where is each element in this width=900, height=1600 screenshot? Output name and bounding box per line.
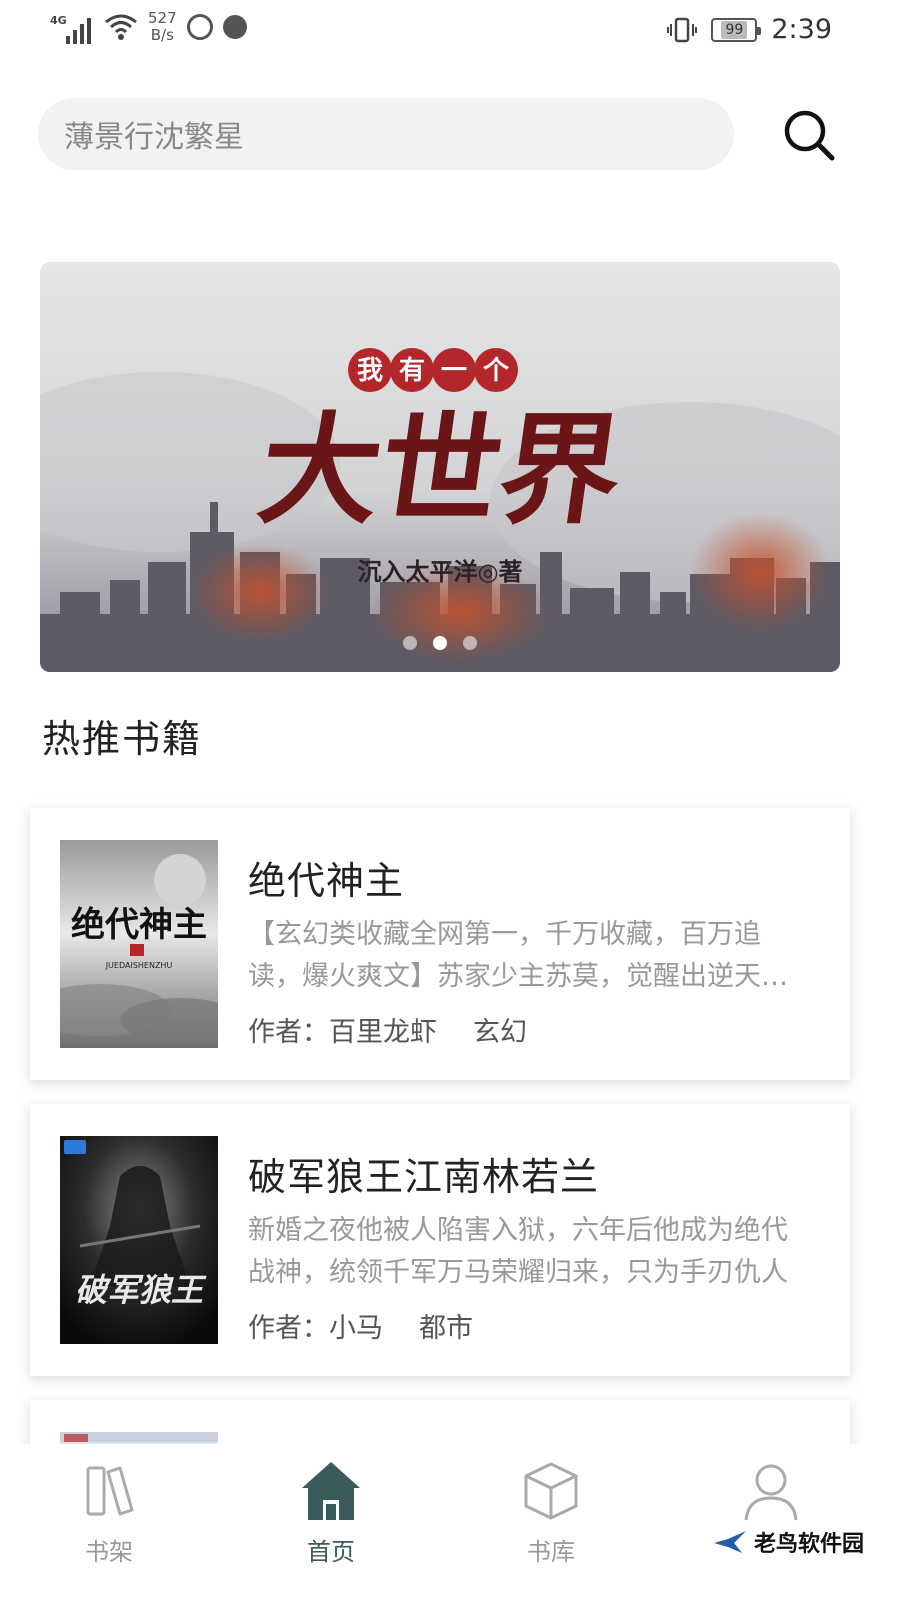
notification-app-icon (186, 14, 213, 40)
cellular-signal-icon: 4G (50, 10, 94, 44)
bookshelf-icon (86, 1466, 134, 1516)
carousel-dot-active[interactable] (433, 636, 447, 650)
svg-text:有: 有 (399, 356, 425, 386)
svg-text:沉入太平洋◎著: 沉入太平洋◎著 (358, 557, 523, 586)
battery-icon: 99 (711, 17, 762, 42)
book-author: 作者：百里龙虾 (248, 1017, 437, 1048)
watermark-text: 老鸟软件园 (754, 1532, 865, 1557)
status-bar: 4G 527 B/s 99 2:39 (0, 0, 900, 64)
book-cover-image[interactable]: 破军狼王 (60, 1136, 218, 1344)
nav-library[interactable]: 书库 (486, 1458, 616, 1568)
section-title: 热推书籍 (42, 717, 203, 761)
svg-text:我: 我 (357, 356, 383, 386)
clock: 2:39 (771, 14, 832, 45)
box-icon (524, 1462, 578, 1520)
book-author: 作者：小马 (248, 1313, 383, 1344)
book-description: 【玄幻类收藏全网第一，千万收藏，百万追读，爆火爽文】苏家少主苏莫，觉醒出逆天武魂 (248, 919, 788, 992)
vibrate-icon (667, 17, 698, 42)
book-category: 都市 (419, 1313, 473, 1344)
carousel-indicator (40, 636, 840, 650)
nav-label: 首页 (307, 1538, 355, 1566)
book-title[interactable]: 绝代神主 (248, 850, 404, 905)
carousel-dot[interactable] (403, 636, 417, 650)
nav-label: 书架 (85, 1538, 133, 1566)
book-description: 新婚之夜他被人陷害入狱，六年后他成为绝代战神，统领千军万马荣耀归来，只为手刃仇人 (248, 1215, 788, 1288)
nav-bookshelf[interactable]: 书架 (44, 1458, 174, 1568)
bottom-navigation: 书架 首页 书库 (0, 1444, 900, 1600)
svg-text:个: 个 (483, 356, 510, 386)
book-title[interactable]: 破军狼王江南林若兰 (248, 1146, 599, 1201)
watermark-logo: 老鸟软件园 (712, 1526, 864, 1558)
home-icon (302, 1462, 360, 1520)
banner-image: 我 有 一 个 大世界 沉入太平洋◎著 (40, 262, 840, 672)
svg-text:大世界: 大世界 (251, 401, 631, 541)
svg-text:破军狼王: 破军狼王 (75, 1271, 207, 1309)
network-type: 4G (50, 14, 67, 27)
bird-icon (714, 1531, 746, 1553)
user-icon (744, 1464, 798, 1521)
data-speed: 527 B/s (148, 9, 177, 44)
banner-carousel[interactable]: 我 有 一 个 大世界 沉入太平洋◎著 (40, 262, 840, 672)
book-card[interactable]: 破军狼王 破军狼王江南林若兰 新婚之夜他被人陷害入狱，六年后他成为绝代战神，统领… (30, 1104, 850, 1376)
book-cover-image[interactable]: 绝代神主 JUEDAISHENZHU (60, 840, 218, 1048)
nav-label: 书库 (527, 1538, 575, 1566)
carousel-dot[interactable] (463, 636, 477, 650)
search-icon[interactable] (782, 108, 836, 162)
book-card[interactable]: 绝代神主 JUEDAISHENZHU 绝代神主 【玄幻类收藏全网第一，千万收藏，… (30, 808, 850, 1080)
book-meta: 作者：百里龙虾 玄幻 (248, 1010, 527, 1049)
wifi-icon (105, 14, 137, 40)
book-meta: 作者：小马 都市 (248, 1306, 473, 1345)
svg-text:一: 一 (441, 356, 467, 386)
svg-text:JUEDAISHENZHU: JUEDAISHENZHU (105, 961, 173, 970)
chat-notification-icon (222, 15, 247, 39)
search-bar[interactable] (38, 98, 734, 170)
book-category: 玄幻 (473, 1017, 527, 1048)
search-input[interactable] (64, 116, 734, 152)
nav-home[interactable]: 首页 (266, 1458, 396, 1568)
svg-text:绝代神主: 绝代神主 (71, 905, 207, 945)
